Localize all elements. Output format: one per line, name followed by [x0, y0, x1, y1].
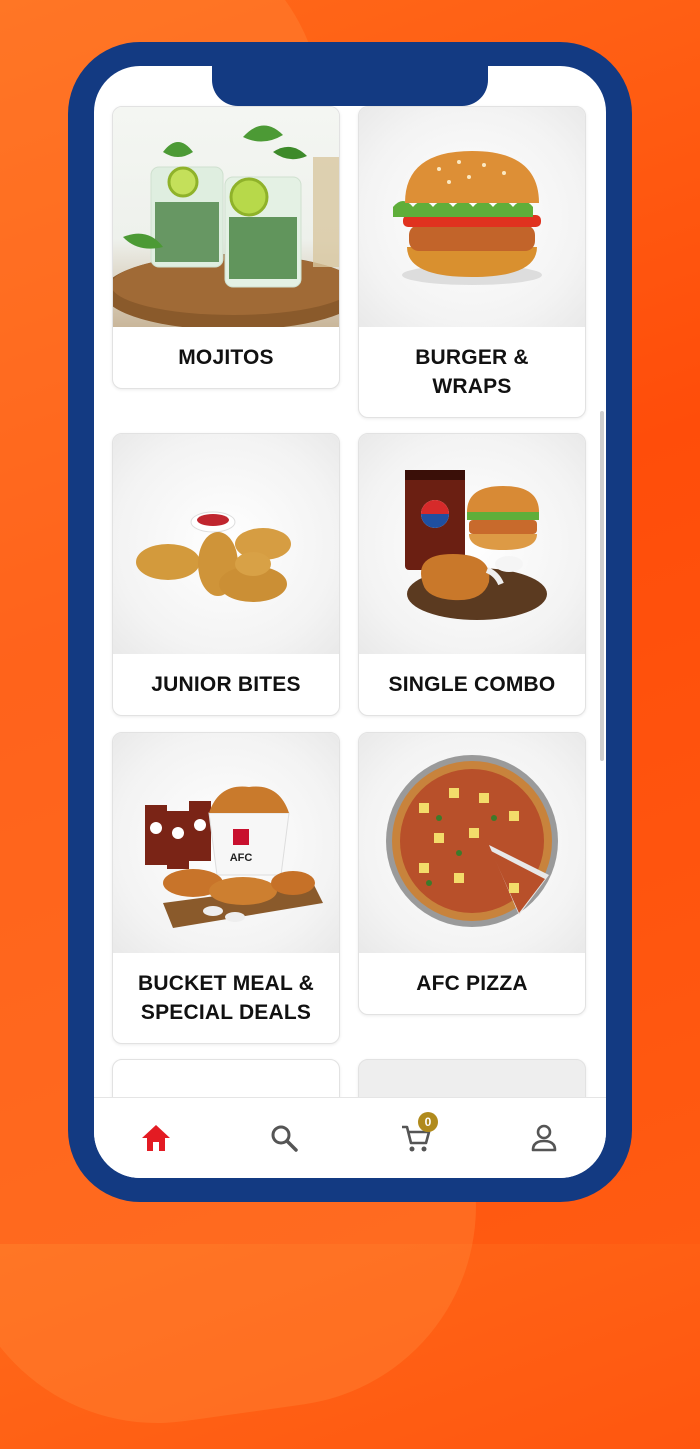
tab-home[interactable] — [136, 1118, 176, 1158]
search-icon — [271, 1125, 298, 1152]
mojitos-image — [113, 107, 339, 327]
category-card-bucket-meal[interactable]: AFC BUCKET MEAL & SPECIAL DEALS — [112, 732, 340, 1044]
bucket-brand-text: AFC — [230, 852, 253, 864]
burger-image — [359, 107, 585, 327]
tab-account[interactable] — [524, 1118, 564, 1158]
category-card-burger-wraps[interactable]: BURGER & WRAPS — [358, 106, 586, 418]
category-label: JUNIOR BITES — [151, 673, 301, 696]
bucket-image: AFC — [113, 733, 339, 953]
home-icon — [142, 1125, 170, 1151]
tab-search[interactable] — [264, 1118, 304, 1158]
nuggets-image — [113, 434, 339, 654]
category-label: AFC PIZZA — [416, 972, 528, 995]
combo-image — [359, 434, 585, 654]
category-label: BUCKET MEAL & SPECIAL DEALS — [137, 972, 315, 1024]
category-card-single-combo[interactable]: SINGLE COMBO — [358, 433, 586, 716]
scrollbar[interactable] — [600, 411, 604, 761]
category-grid: MOJITOS BURGER & WRAPS JUNIOR BITES SING… — [94, 66, 606, 1121]
user-icon — [531, 1124, 557, 1152]
app-screen: MOJITOS BURGER & WRAPS JUNIOR BITES SING… — [94, 66, 606, 1178]
category-label: SINGLE COMBO — [388, 673, 556, 696]
pizza-image — [359, 733, 585, 953]
cart-count-badge: 0 — [418, 1112, 438, 1132]
phone-notch — [212, 66, 488, 106]
category-card-junior-bites[interactable]: JUNIOR BITES — [112, 433, 340, 716]
bottom-tab-bar: 0 — [94, 1097, 606, 1178]
tab-cart[interactable]: 0 — [396, 1112, 438, 1158]
category-label: BURGER & WRAPS — [415, 346, 529, 398]
category-card-afc-pizza[interactable]: AFC PIZZA — [358, 732, 586, 1015]
phone-frame: MOJITOS BURGER & WRAPS JUNIOR BITES SING… — [68, 42, 632, 1202]
category-label: MOJITOS — [178, 346, 274, 369]
category-card-mojitos[interactable]: MOJITOS — [112, 106, 340, 389]
